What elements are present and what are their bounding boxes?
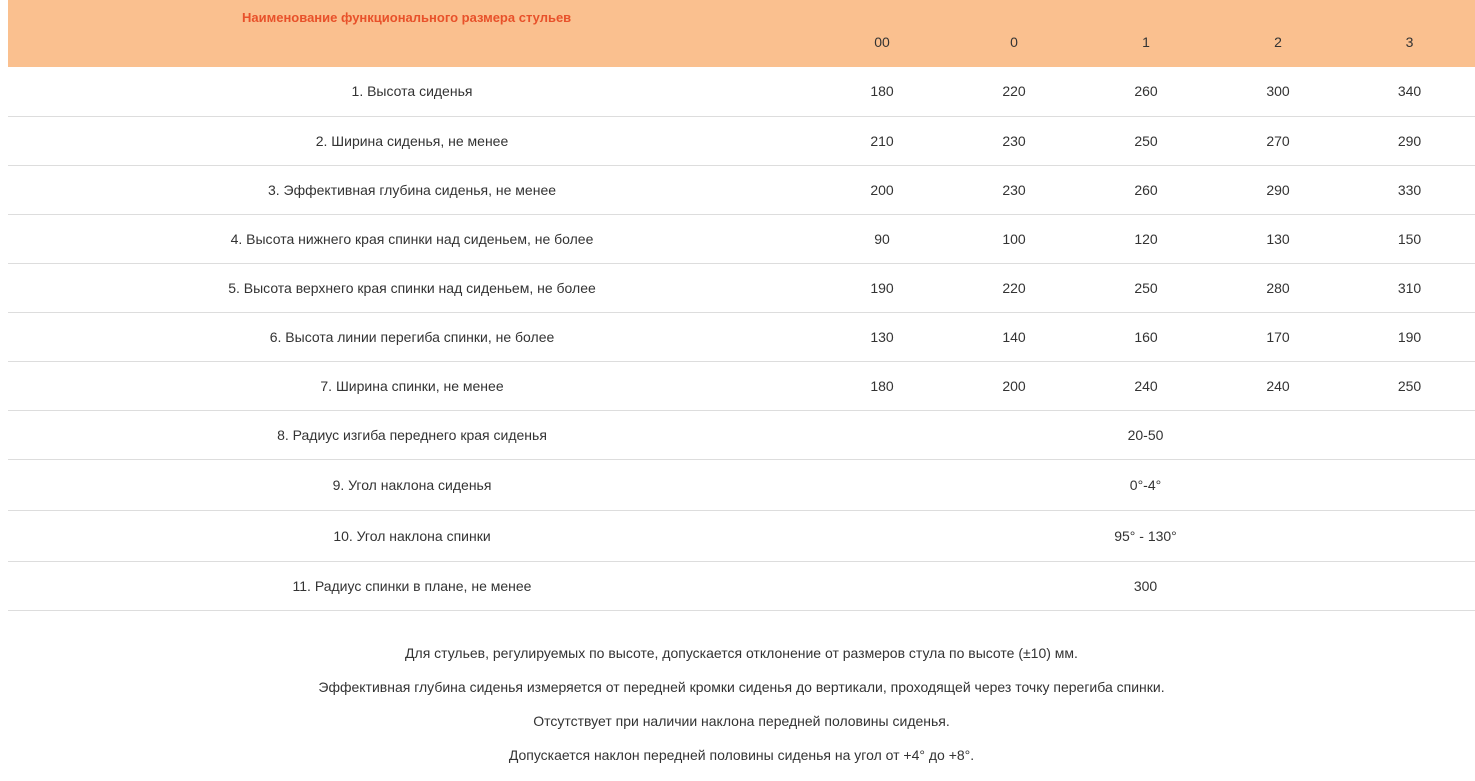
row-name: 5. Высота верхнего края спинки над сиден… bbox=[228, 279, 596, 296]
header-size-00: 00 bbox=[874, 34, 890, 50]
row-value: 140 bbox=[1002, 328, 1026, 345]
row-value: 250 bbox=[1397, 377, 1422, 394]
row-merged-value: 95° - 130° bbox=[1114, 527, 1177, 544]
row-value: 310 bbox=[1397, 279, 1422, 296]
row-value: 130 bbox=[1266, 230, 1290, 247]
table-row-merged: 10. Угол наклона спинки 95° - 130° bbox=[8, 510, 1475, 561]
row-value: 290 bbox=[1397, 132, 1422, 149]
chair-size-table-container: Наименование функционального размера сту… bbox=[8, 0, 1475, 611]
table-header-row: Наименование функционального размера сту… bbox=[8, 0, 1475, 67]
row-value: 260 bbox=[1134, 181, 1158, 198]
table-row: 3. Эффективная глубина сиденья, не менее… bbox=[8, 165, 1475, 214]
row-value: 200 bbox=[1002, 377, 1026, 394]
row-value: 180 bbox=[870, 83, 894, 100]
row-name: 8. Радиус изгиба переднего края сиденья bbox=[277, 426, 547, 443]
row-name: 1. Высота сиденья bbox=[351, 83, 473, 100]
row-merged-value: 0°-4° bbox=[1129, 476, 1162, 493]
note-paragraph: Отсутствует при наличии наклона передней… bbox=[533, 713, 950, 729]
row-value: 160 bbox=[1134, 328, 1158, 345]
row-value: 290 bbox=[1266, 181, 1290, 198]
row-name: 6. Высота линии перегиба спинки, не боле… bbox=[269, 328, 555, 345]
row-merged-value: 20-50 bbox=[1127, 426, 1164, 443]
chair-size-table: Наименование функционального размера сту… bbox=[8, 0, 1475, 611]
row-value: 270 bbox=[1266, 132, 1290, 149]
table-row-merged: 8. Радиус изгиба переднего края сиденья … bbox=[8, 410, 1475, 459]
row-value: 190 bbox=[1397, 328, 1422, 345]
row-name: 10. Угол наклона спинки bbox=[333, 527, 491, 544]
row-value: 150 bbox=[1397, 230, 1422, 247]
row-value: 190 bbox=[870, 279, 894, 296]
row-value: 90 bbox=[874, 230, 890, 247]
row-value: 220 bbox=[1002, 83, 1026, 100]
row-name: 7. Ширина спинки, не менее bbox=[320, 377, 504, 394]
row-value: 170 bbox=[1266, 328, 1290, 345]
table-row: 4. Высота нижнего края спинки над сидень… bbox=[8, 214, 1475, 263]
header-size-2: 2 bbox=[1274, 34, 1282, 50]
header-size-3: 3 bbox=[1405, 34, 1414, 50]
header-name-label: Наименование функционального размера сту… bbox=[242, 10, 572, 25]
row-value: 260 bbox=[1134, 83, 1158, 100]
row-value: 200 bbox=[870, 181, 894, 198]
row-value: 280 bbox=[1266, 279, 1290, 296]
row-value: 100 bbox=[1002, 230, 1026, 247]
row-value: 210 bbox=[870, 132, 894, 149]
row-value: 300 bbox=[1266, 83, 1290, 100]
row-value: 130 bbox=[870, 328, 894, 345]
table-row: 1. Высота сиденья 180 220 260 300 340 bbox=[8, 67, 1475, 116]
row-value: 120 bbox=[1134, 230, 1158, 247]
table-row: 5. Высота верхнего края спинки над сиден… bbox=[8, 263, 1475, 312]
table-row: 2. Ширина сиденья, не менее 210 230 250 … bbox=[8, 116, 1475, 165]
row-value: 230 bbox=[1002, 132, 1026, 149]
header-size-0: 0 bbox=[1010, 34, 1018, 50]
row-name: 11. Радиус спинки в плане, не менее bbox=[292, 577, 532, 594]
row-value: 250 bbox=[1134, 279, 1158, 296]
table-row-merged: 9. Угол наклона сиденья 0°-4° bbox=[8, 459, 1475, 510]
row-value: 240 bbox=[1134, 377, 1158, 394]
note-paragraph: Для стульев, регулируемых по высоте, доп… bbox=[405, 645, 1078, 661]
table-row: 6. Высота линии перегиба спинки, не боле… bbox=[8, 312, 1475, 361]
row-name: 9. Угол наклона сиденья bbox=[332, 476, 492, 493]
row-name: 4. Высота нижнего края спинки над сидень… bbox=[230, 230, 594, 247]
row-value: 330 bbox=[1397, 181, 1422, 198]
header-size-1: 1 bbox=[1142, 34, 1150, 50]
row-value: 180 bbox=[870, 377, 894, 394]
note-paragraph: Допускается наклон передней половины сид… bbox=[508, 747, 975, 763]
table-row-merged: 11. Радиус спинки в плане, не менее 300 bbox=[8, 561, 1475, 610]
row-name: 3. Эффективная глубина сиденья, не менее bbox=[267, 181, 557, 198]
note-paragraph: Эффективная глубина сиденья измеряется о… bbox=[318, 679, 1165, 695]
row-value: 340 bbox=[1397, 83, 1422, 100]
table-row: 7. Ширина спинки, не менее 180 200 240 2… bbox=[8, 361, 1475, 410]
row-name: 2. Ширина сиденья, не менее bbox=[315, 132, 509, 149]
table-notes: Для стульев, регулируемых по высоте, доп… bbox=[8, 636, 1475, 772]
header-name-cell: Наименование функционального размера сту… bbox=[8, 0, 816, 67]
row-merged-value: 300 bbox=[1133, 577, 1158, 594]
row-value: 220 bbox=[1002, 279, 1026, 296]
row-value: 250 bbox=[1134, 132, 1158, 149]
row-value: 240 bbox=[1266, 377, 1290, 394]
row-value: 230 bbox=[1002, 181, 1026, 198]
